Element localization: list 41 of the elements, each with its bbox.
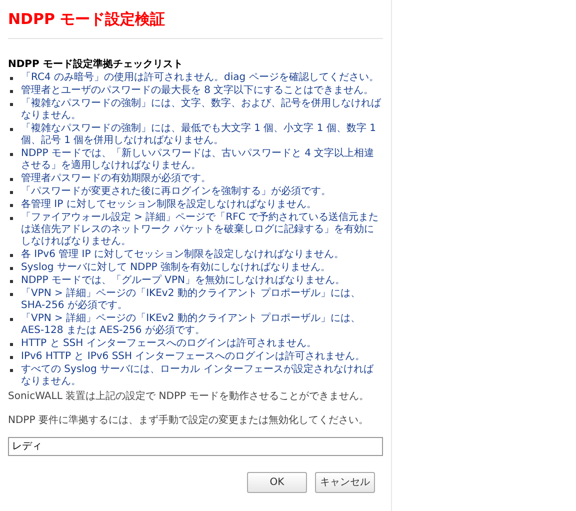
bullet-icon: [10, 217, 13, 220]
bullet-icon: [10, 254, 13, 257]
checklist-item: 「ファイアウォール設定 > 詳細」ページで「RFC で予約されている送信元または送信先アドレスのネットワーク パケットを破棄しログに記録する」を有効にしなければなりません。: [21, 212, 380, 248]
bullet-icon: [10, 318, 13, 321]
checklist-item: 「複雑なパスワードの強制」には、文字、数字、および、記号を併用しなければなりません。: [21, 98, 382, 122]
bullet-icon: [10, 204, 13, 207]
bullet-icon: [10, 267, 13, 270]
checklist-item: 管理者パスワードの有効期限が必須です。: [21, 173, 212, 185]
checklist-item: 「パスワードが変更された後に再ログインを強制する」が必須です。: [21, 186, 332, 198]
bullet-icon: [10, 153, 13, 156]
checklist-item: 「複雑なパスワードの強制」には、最低でも大文字 1 個、小文字 1 個、数字 1 個、記号 1 個を併用しなければなりません。: [21, 123, 377, 147]
checklist-item: NDPP モードでは、「新しいパスワードは、古いパスワードと 4 文字以上相違させる」を適用しなければなりません。: [21, 148, 376, 172]
checklist-item: NDPP モードでは、「グループ VPN」を無効にしなければなりません。: [21, 275, 346, 287]
message-text: SonicWALL 装置は上記の設定で NDPP モードを動作させることができません。: [8, 390, 370, 404]
bullet-icon: [10, 90, 13, 93]
bullet-icon: [10, 343, 13, 346]
ok-button[interactable]: OK: [247, 472, 307, 493]
bullet-icon: [10, 356, 13, 359]
cancel-button[interactable]: キャンセル: [315, 472, 375, 493]
bullet-icon: [10, 103, 13, 106]
bullet-icon: [10, 77, 13, 80]
bullet-icon: [10, 178, 13, 181]
checklist-item: 各管理 IP に対してセッション制限を設定しなければなりません。: [21, 199, 318, 211]
checklist-item: 「VPN > 詳細」ページの「IKEv2 動的クライアント プロポーザル」には、AES-128 または AES-256 が必須です。: [21, 313, 362, 337]
checklist-item: IPv6 HTTP と IPv6 SSH インターフェースへのログインは許可されません。: [21, 351, 366, 363]
bullet-icon: [10, 369, 13, 372]
checklist-item: すべての Syslog サーバには、ローカル インターフェースが設定されなければなりません。: [21, 364, 375, 388]
bullet-icon: [10, 293, 13, 296]
checklist-item: Syslog サーバに対して NDPP 強制を有効にしなければなりません。: [21, 262, 332, 274]
checklist-item: 「VPN > 詳細」ページの「IKEv2 動的クライアント プロポーザル」には、SHA-256 が必須です。: [21, 288, 362, 312]
bullet-icon: [10, 191, 13, 194]
checklist-item: 各 IPv6 管理 IP に対してセッション制限を設定しなければなりません。: [21, 249, 345, 261]
message-text: NDPP 要件に準拠するには、まず手動で設定の変更または無効化してください。: [8, 414, 370, 428]
bullet-icon: [10, 128, 13, 131]
status-field[interactable]: レディ: [8, 437, 383, 456]
checklist-item: 「RC4 のみ暗号」の使用は許可されません。diag ページを確認してください。: [21, 72, 380, 84]
bullet-icon: [10, 280, 13, 283]
checklist-item: HTTP と SSH インターフェースへのログインは許可されません。: [21, 338, 318, 350]
checklist-item: 管理者とユーザのパスワードの最大長を 8 文字以下にすることはできません。: [21, 85, 375, 97]
page-title: NDPP モード設定検証: [8, 4, 383, 39]
checklist-heading: NDPP モード設定準拠チェックリスト: [8, 57, 184, 72]
